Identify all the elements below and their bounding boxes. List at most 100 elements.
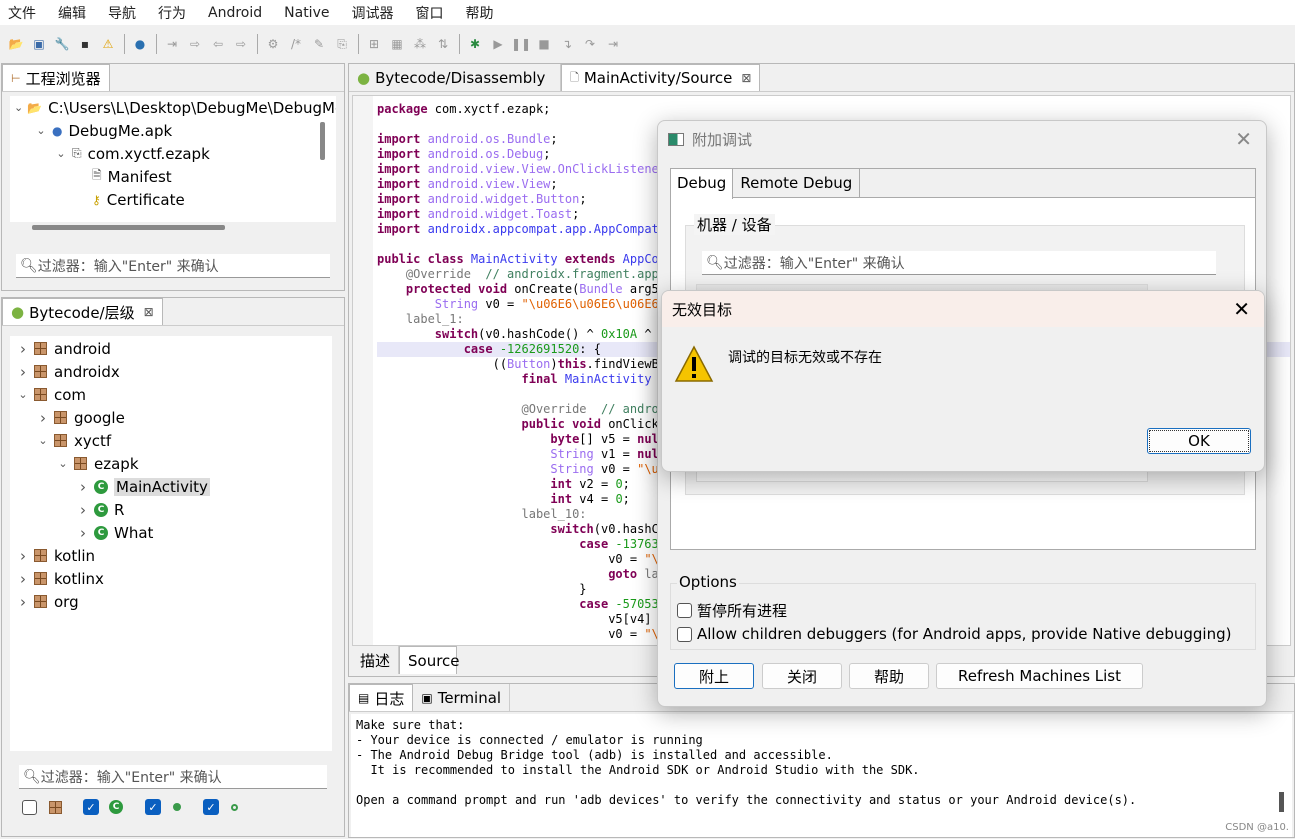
hierarchy-tree-item[interactable]: ⌄ ezapk	[10, 452, 332, 475]
hierarchy-tree-item[interactable]: › android	[10, 337, 332, 360]
pause-icon[interactable]: ❚❚	[511, 36, 531, 52]
hierarchy-tree-item[interactable]: › org	[10, 590, 332, 613]
project-filter-input[interactable]: 🔍︎ 过滤器：输入"Enter" 来确认	[16, 254, 330, 278]
chevron-down-icon[interactable]: ⌄	[16, 388, 30, 401]
refactor-icon[interactable]: ⚙	[265, 36, 281, 52]
open-icon[interactable]: 📂	[8, 36, 24, 52]
hierarchy-tree-item[interactable]: › kotlin	[10, 544, 332, 567]
step-out-icon[interactable]: ⇥	[605, 36, 621, 52]
chevron-right-icon[interactable]: ›	[36, 409, 50, 427]
close-icon[interactable]: ⊠	[741, 71, 751, 85]
allow-children-checkbox[interactable]: Allow children debuggers (for Android ap…	[677, 625, 1231, 643]
step-over-icon[interactable]: ↷	[582, 36, 598, 52]
chevron-down-icon[interactable]: ⌄	[54, 147, 68, 160]
globe-icon[interactable]: ●	[132, 36, 148, 52]
project-tree-item[interactable]: ⌄ 📂 C:\Users\L\Desktop\DebugMe\DebugMe	[10, 96, 336, 119]
chevron-down-icon[interactable]: ⌄	[36, 434, 50, 447]
menu-item[interactable]: 编辑	[58, 3, 86, 23]
help-button[interactable]: 帮助	[849, 663, 929, 689]
menu-item[interactable]: 窗口	[415, 3, 443, 23]
chevron-down-icon[interactable]: ⌄	[14, 101, 23, 114]
package-icon	[74, 457, 87, 470]
hierarchy-tree-item[interactable]: › androidx	[10, 360, 332, 383]
forward-icon[interactable]: ⇨	[233, 36, 249, 52]
blocks-icon[interactable]: ▦	[389, 36, 405, 52]
menu-item[interactable]: 行为	[158, 3, 186, 23]
chevron-right-icon[interactable]: ›	[76, 478, 90, 496]
debug-bug-icon[interactable]: ✱	[467, 36, 483, 52]
chevron-right-icon[interactable]: ›	[16, 363, 30, 381]
menu-item[interactable]: 调试器	[351, 3, 393, 23]
project-tree-item[interactable]: 🗎 Manifest	[10, 165, 336, 188]
horizontal-scrollbar[interactable]	[32, 225, 225, 230]
chevron-right-icon[interactable]: ›	[76, 501, 90, 519]
chevron-right-icon[interactable]: ›	[16, 547, 30, 565]
chevron-down-icon[interactable]: ⌄	[56, 457, 70, 470]
comment-icon[interactable]: /*	[288, 36, 304, 52]
project-tree-item[interactable]: ⌄ ⎘ com.xyctf.ezapk	[10, 142, 336, 165]
suspend-all-checkbox[interactable]: 暂停所有进程	[677, 600, 787, 621]
code-token: String	[377, 297, 479, 311]
search-icon: 🔍︎	[706, 254, 724, 271]
chevron-right-icon[interactable]: ›	[76, 524, 90, 542]
hierarchy-tree-item[interactable]: › C R	[10, 498, 332, 521]
tab-log[interactable]: ▤ 日志	[349, 684, 414, 711]
menu-item[interactable]: Android	[208, 5, 262, 21]
menu-item[interactable]: 文件	[8, 3, 36, 23]
toggle-classes-checkbox[interactable]: ✓	[83, 799, 99, 815]
hierarchy-tree-item[interactable]: › google	[10, 406, 332, 429]
window-icon[interactable]: ▪	[77, 36, 93, 52]
save-icon[interactable]: ▣	[31, 36, 47, 52]
close-icon[interactable]: ⊠	[144, 305, 154, 319]
jump-in-icon[interactable]: ⇨	[187, 36, 203, 52]
hierarchy-filter-input[interactable]: 🔍︎ 过滤器：输入"Enter" 来确认	[19, 765, 327, 789]
tab-bytecode-disassembly[interactable]: ● Bytecode/Disassembly	[349, 64, 561, 91]
toggle-methods-checkbox[interactable]: ✓	[145, 799, 161, 815]
menu-item[interactable]: 导航	[108, 3, 136, 23]
tab-bytecode-hierarchy[interactable]: ● Bytecode/层级 ⊠	[2, 298, 163, 325]
stop-icon[interactable]: ■	[536, 36, 552, 52]
hierarchy-tree-item[interactable]: ⌄ xyctf	[10, 429, 332, 452]
toggle-packages-checkbox[interactable]	[22, 799, 37, 815]
tab-remote-debug[interactable]: Remote Debug	[733, 169, 861, 197]
hierarchy-tree-item[interactable]: › C MainActivity	[10, 475, 332, 498]
project-tree-item[interactable]: ⚷ Certificate	[10, 188, 336, 211]
attach-button[interactable]: 附上	[674, 663, 754, 689]
chevron-right-icon[interactable]: ›	[16, 570, 30, 588]
menu-item[interactable]: Native	[284, 5, 329, 21]
menu-item[interactable]: 帮助	[465, 3, 493, 23]
vertical-scrollbar[interactable]	[320, 122, 325, 160]
refresh-machines-button[interactable]: Refresh Machines List	[936, 663, 1143, 689]
grid-icon[interactable]: ⊞	[366, 36, 382, 52]
chevron-down-icon[interactable]: ⌄	[34, 124, 48, 137]
log-scrollbar[interactable]	[1279, 792, 1284, 812]
tab-debug[interactable]: Debug	[671, 169, 734, 199]
tree-icon[interactable]: ⇅	[435, 36, 451, 52]
hierarchy-tree-item[interactable]: › C What	[10, 521, 332, 544]
export-icon[interactable]: ⎘	[334, 36, 350, 52]
ok-button[interactable]: OK	[1147, 428, 1251, 454]
hierarchy-tree-item[interactable]: › kotlinx	[10, 567, 332, 590]
tab-source[interactable]: Source	[399, 646, 460, 674]
close-icon[interactable]: ✕	[1233, 297, 1250, 321]
pencil-icon[interactable]: ✎	[311, 36, 327, 52]
warning-icon[interactable]: ⚠	[100, 36, 116, 52]
wrench-icon[interactable]: 🔧	[54, 36, 70, 52]
step-into-icon[interactable]: ↴	[559, 36, 575, 52]
tab-terminal[interactable]: ▣ Terminal	[413, 684, 511, 711]
resume-icon[interactable]: ▶	[490, 36, 506, 52]
tab-mainactivity-source[interactable]: 🗋 MainActivity/Source ⊠	[561, 64, 761, 91]
close-button[interactable]: 关闭	[762, 663, 842, 689]
back-icon[interactable]: ⇦	[210, 36, 226, 52]
toggle-fields-checkbox[interactable]: ✓	[203, 799, 219, 815]
project-tree-item[interactable]: ⌄ ● DebugMe.apk	[10, 119, 336, 142]
hierarchy-tree-item[interactable]: ⌄ com	[10, 383, 332, 406]
jump-to-icon[interactable]: ⇥	[164, 36, 180, 52]
chevron-right-icon[interactable]: ›	[16, 340, 30, 358]
chevron-right-icon[interactable]: ›	[16, 593, 30, 611]
close-icon[interactable]: ✕	[1235, 127, 1252, 151]
tab-description[interactable]: 描述	[352, 646, 400, 674]
tab-project-explorer[interactable]: ⊢ 工程浏览器	[2, 64, 110, 91]
machines-filter-input[interactable]: 🔍︎ 过滤器：输入"Enter" 来确认	[702, 251, 1216, 275]
nodes-icon[interactable]: ⁂	[412, 36, 428, 52]
